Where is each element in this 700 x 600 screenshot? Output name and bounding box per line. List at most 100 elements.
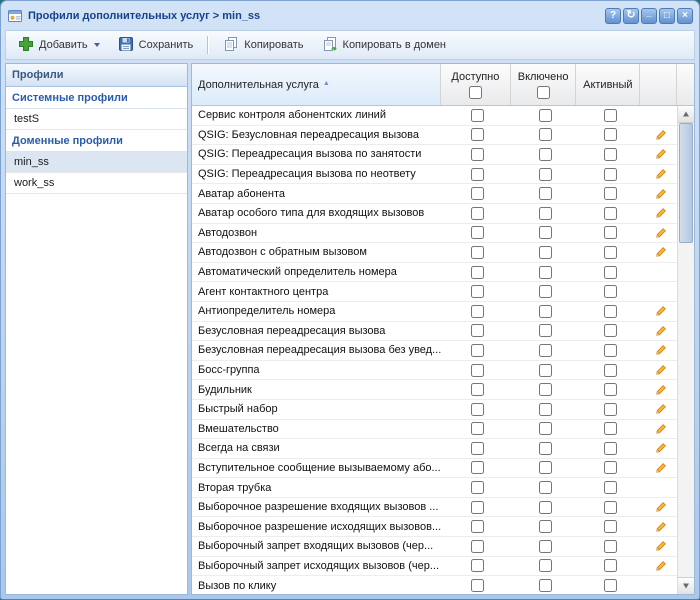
table-row[interactable]: Автоматический определитель номера <box>192 263 677 283</box>
scroll-up-button[interactable] <box>678 106 694 123</box>
table-row[interactable]: Сервис контроля абонентских линий <box>192 106 677 126</box>
edit-pencil-icon[interactable] <box>655 521 667 533</box>
enabled-checkbox[interactable] <box>539 403 552 416</box>
scrollbar-thumb[interactable] <box>679 123 693 243</box>
active-checkbox[interactable] <box>604 501 617 514</box>
edit-pencil-icon[interactable] <box>655 246 667 258</box>
window-titlebar[interactable]: Профили дополнительных услуг > min_ss ? … <box>5 5 695 27</box>
available-checkbox[interactable] <box>471 148 484 161</box>
edit-pencil-icon[interactable] <box>655 403 667 415</box>
active-checkbox[interactable] <box>604 442 617 455</box>
column-header-service[interactable]: Дополнительная услуга ▲ <box>192 64 441 105</box>
available-checkbox[interactable] <box>471 128 484 141</box>
available-checkbox[interactable] <box>471 285 484 298</box>
copy-to-domain-button[interactable]: Копировать в домен <box>314 32 454 59</box>
available-checkbox[interactable] <box>471 540 484 553</box>
table-row[interactable]: Антиопределитель номера <box>192 302 677 322</box>
edit-pencil-icon[interactable] <box>655 227 667 239</box>
enabled-checkbox[interactable] <box>539 579 552 592</box>
table-row[interactable]: Выборочное разрешение входящих вызовов .… <box>192 498 677 518</box>
table-row[interactable]: Агент контактного центра <box>192 282 677 302</box>
enabled-checkbox[interactable] <box>539 246 552 259</box>
available-checkbox[interactable] <box>471 442 484 455</box>
available-checkbox[interactable] <box>471 187 484 200</box>
edit-pencil-icon[interactable] <box>655 540 667 552</box>
table-row[interactable]: Вызов по клику <box>192 576 677 594</box>
enabled-checkbox[interactable] <box>539 540 552 553</box>
enabled-checkbox[interactable] <box>539 520 552 533</box>
active-checkbox[interactable] <box>604 305 617 318</box>
available-checkbox[interactable] <box>471 481 484 494</box>
enabled-checkbox[interactable] <box>539 266 552 279</box>
sidebar-item-work_ss[interactable]: work_ss <box>6 173 187 194</box>
enabled-checkbox[interactable] <box>539 148 552 161</box>
active-checkbox[interactable] <box>604 461 617 474</box>
edit-pencil-icon[interactable] <box>655 148 667 160</box>
table-row[interactable]: Выборочный запрет исходящих вызовов (чер… <box>192 557 677 577</box>
active-checkbox[interactable] <box>604 148 617 161</box>
table-row[interactable]: Автодозвон <box>192 224 677 244</box>
edit-pencil-icon[interactable] <box>655 560 667 572</box>
vertical-scrollbar[interactable] <box>677 106 694 594</box>
table-row[interactable]: Аватар особого типа для входящих вызовов <box>192 204 677 224</box>
active-checkbox[interactable] <box>604 383 617 396</box>
enabled-checkbox[interactable] <box>539 324 552 337</box>
table-row[interactable]: Выборочный запрет входящих вызовов (чер.… <box>192 537 677 557</box>
enabled-checkbox[interactable] <box>539 481 552 494</box>
available-checkbox[interactable] <box>471 364 484 377</box>
edit-pencil-icon[interactable] <box>655 423 667 435</box>
maximize-button[interactable]: □ <box>659 8 675 24</box>
available-checkbox[interactable] <box>471 168 484 181</box>
available-checkbox[interactable] <box>471 246 484 259</box>
active-checkbox[interactable] <box>604 579 617 592</box>
edit-pencil-icon[interactable] <box>655 364 667 376</box>
table-row[interactable]: QSIG: Переадресация вызова по занятости <box>192 145 677 165</box>
enabled-checkbox[interactable] <box>539 168 552 181</box>
enabled-checkbox[interactable] <box>539 305 552 318</box>
sidebar-item-min_ss[interactable]: min_ss <box>6 152 187 173</box>
available-checkbox[interactable] <box>471 109 484 122</box>
table-row[interactable]: Автодозвон с обратным вызовом <box>192 243 677 263</box>
close-button[interactable]: × <box>677 8 693 24</box>
enabled-checkbox[interactable] <box>539 364 552 377</box>
enabled-checkbox[interactable] <box>539 383 552 396</box>
table-row[interactable]: Аватар абонента <box>192 184 677 204</box>
available-checkbox[interactable] <box>471 207 484 220</box>
available-checkbox[interactable] <box>471 403 484 416</box>
active-checkbox[interactable] <box>604 324 617 337</box>
edit-pencil-icon[interactable] <box>655 168 667 180</box>
add-button[interactable]: Добавить <box>10 32 108 59</box>
table-row[interactable]: Безусловная переадресация вызова <box>192 322 677 342</box>
active-checkbox[interactable] <box>604 266 617 279</box>
table-row[interactable]: Босс-группа <box>192 361 677 381</box>
active-checkbox[interactable] <box>604 168 617 181</box>
available-checkbox[interactable] <box>471 324 484 337</box>
enabled-checkbox[interactable] <box>539 461 552 474</box>
save-button[interactable]: Сохранить <box>110 32 202 59</box>
enabled-checkbox[interactable] <box>539 207 552 220</box>
table-row[interactable]: Вторая трубка <box>192 478 677 498</box>
enabled-checkbox[interactable] <box>539 187 552 200</box>
available-checkbox[interactable] <box>471 383 484 396</box>
available-checkbox[interactable] <box>471 501 484 514</box>
active-checkbox[interactable] <box>604 285 617 298</box>
available-checkbox[interactable] <box>471 461 484 474</box>
table-row[interactable]: Всегда на связи <box>192 439 677 459</box>
enabled-checkbox[interactable] <box>539 226 552 239</box>
edit-pencil-icon[interactable] <box>655 384 667 396</box>
available-checkbox[interactable] <box>471 266 484 279</box>
column-header-active[interactable]: Активный <box>576 64 640 105</box>
active-checkbox[interactable] <box>604 422 617 435</box>
help-button[interactable]: ? <box>605 8 621 24</box>
column-header-available[interactable]: Доступно <box>441 64 511 105</box>
active-checkbox[interactable] <box>604 226 617 239</box>
table-row[interactable]: Выборочное разрешение исходящих вызовов.… <box>192 517 677 537</box>
available-checkbox[interactable] <box>471 344 484 357</box>
table-row[interactable]: Вступительное сообщение вызываемому або.… <box>192 459 677 479</box>
available-checkbox[interactable] <box>471 520 484 533</box>
active-checkbox[interactable] <box>604 344 617 357</box>
available-checkbox[interactable] <box>471 559 484 572</box>
table-row[interactable]: QSIG: Безусловная переадресация вызова <box>192 126 677 146</box>
scroll-down-button[interactable] <box>678 577 694 594</box>
available-checkbox[interactable] <box>471 422 484 435</box>
